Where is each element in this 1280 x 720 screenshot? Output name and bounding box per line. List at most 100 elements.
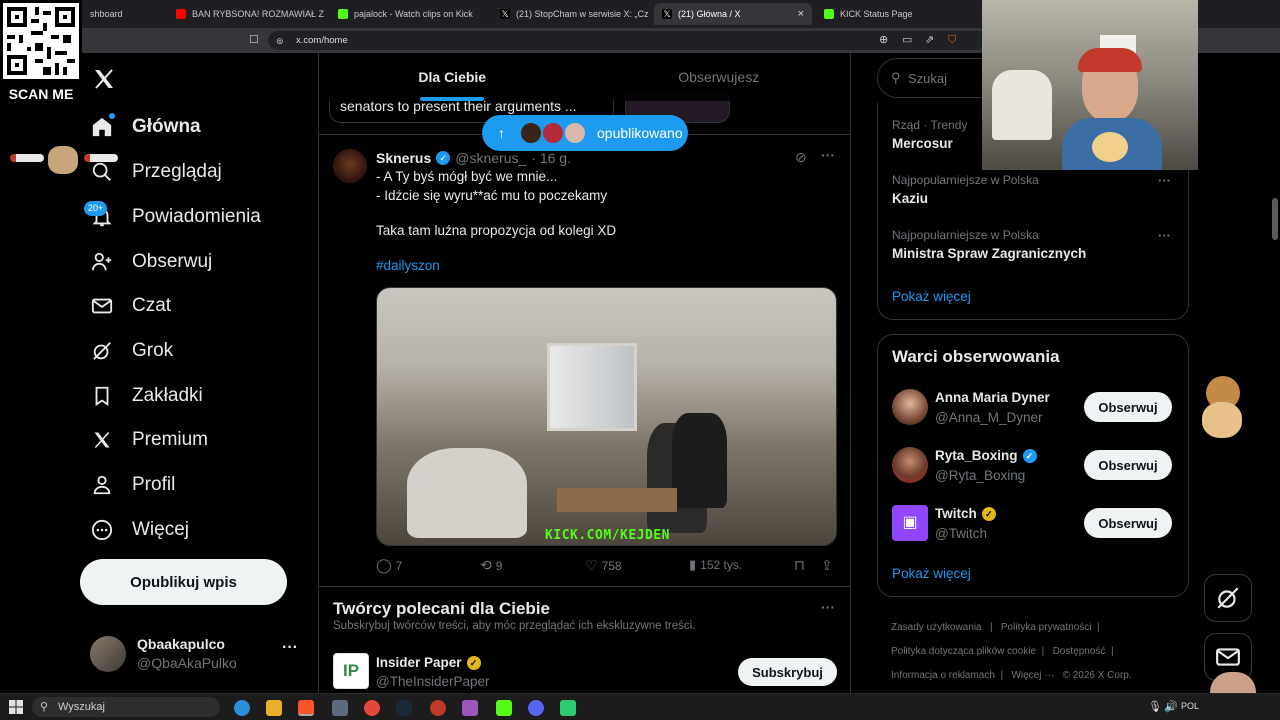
views-button[interactable]: ▮ 152 tys. <box>689 557 742 573</box>
trend-more-icon[interactable]: ··· <box>1158 228 1171 243</box>
app-icon[interactable] <box>462 700 478 716</box>
nav-item-notifications[interactable]: Powiadomienia <box>90 198 261 236</box>
show-more-follow-link[interactable]: Pokaż więcej <box>892 566 971 581</box>
suggested-user-name: Twitch <box>935 506 977 521</box>
x-logo-icon <box>90 428 114 452</box>
grok-icon[interactable]: ⊘ <box>795 149 807 166</box>
speaker-icon[interactable]: 🔊 <box>1164 700 1178 713</box>
windows-start-icon[interactable] <box>9 700 23 714</box>
share-icon[interactable]: ⇗ <box>925 33 934 47</box>
follow-button[interactable]: Obserwuj <box>1084 508 1172 538</box>
tab-title: shboard <box>90 9 123 19</box>
microphone-icon[interactable]: 🎙 <box>1148 700 1162 713</box>
repost-icon: ⟲ <box>480 557 492 573</box>
x-logo-icon[interactable] <box>92 67 118 93</box>
nav-item-profile[interactable]: Profil <box>90 466 175 504</box>
bookmark-icon: ⊓ <box>794 557 805 573</box>
tweet-author-name[interactable]: Sknerus <box>376 150 431 166</box>
more-icon[interactable]: ··· <box>821 599 835 615</box>
trend-item[interactable]: Najpopularniejsze w Polska Ministra Spra… <box>892 228 1086 261</box>
edge-icon[interactable] <box>234 700 250 716</box>
footer-more-link[interactable]: Więcej ··· <box>1011 670 1054 681</box>
grok-floating-button[interactable] <box>1204 574 1252 622</box>
cast-icon[interactable]: ▭ <box>902 33 912 47</box>
kick-icon[interactable] <box>496 700 512 716</box>
tweet-video[interactable]: KICK.COM/KEJDEN <box>376 287 837 546</box>
discord-icon[interactable] <box>528 700 544 716</box>
follow-button[interactable]: Obserwuj <box>1084 450 1172 480</box>
browser-tab[interactable]: 𝕏 (21) StopCham w serwisie X: „Czarod <box>492 3 648 25</box>
footer-link[interactable]: Zasady użytkowania <box>891 622 982 633</box>
steam-icon[interactable] <box>396 700 412 716</box>
share-button[interactable]: ⇪ <box>821 557 833 574</box>
trend-item[interactable]: Najpopularniejsze w Polska Kaziu <box>892 173 1039 206</box>
footer-link[interactable]: Polityka dotycząca plików cookie <box>891 646 1036 657</box>
brave-icon[interactable] <box>298 700 314 716</box>
account-switcher[interactable]: Qbaakapulco @QbaAkaPulko ··· <box>90 633 308 677</box>
creator-handle: @TheInsiderPaper <box>376 674 490 689</box>
nav-item-grok[interactable]: Grok <box>90 332 173 370</box>
tweet-more-icon[interactable]: ··· <box>821 147 835 163</box>
nav-label: Profil <box>132 474 176 495</box>
bookmark-page-icon[interactable]: ☐ <box>249 33 259 47</box>
more-icon[interactable]: ··· <box>282 639 298 657</box>
x-logo-icon: 𝕏 <box>662 9 672 19</box>
search-icon: ⚲ <box>891 70 901 85</box>
insider-paper-logo[interactable]: IP <box>333 653 369 689</box>
tweet[interactable]: Sknerus ✓ @sknerus_ · 16 g. ⊘ ··· - A Ty… <box>319 135 850 587</box>
webcam-overlay <box>982 0 1198 170</box>
avatar <box>563 121 587 145</box>
hashtag-link[interactable]: #dailyszon <box>376 258 440 273</box>
tab-for-you[interactable]: Dla Ciebie <box>319 53 586 101</box>
nav-item-follow[interactable]: Obserwuj <box>90 243 212 281</box>
follow-button[interactable]: Obserwuj <box>1084 392 1172 422</box>
browser-tab[interactable]: BAN RYBSONA! ROZMAWIAŁ Z D**E <box>168 3 324 25</box>
tweet-author-handle[interactable]: @sknerus_ <box>455 150 526 166</box>
browser-tab[interactable]: shboard <box>82 3 164 25</box>
site-info-icon[interactable]: ⊜ <box>276 34 284 48</box>
zoom-icon[interactable]: ⊕ <box>879 33 888 47</box>
language-indicator[interactable]: POL <box>1181 701 1199 711</box>
nav-item-more[interactable]: Więcej <box>90 511 189 549</box>
nav-item-premium[interactable]: Premium <box>90 421 208 459</box>
app-icon[interactable] <box>560 700 576 716</box>
tab-following[interactable]: Obserwujesz <box>586 53 851 101</box>
suggested-user-name-row[interactable]: Ryta_Boxing ✓ <box>935 448 1037 463</box>
new-posts-pill[interactable]: ↑ opublikowano <box>482 115 688 151</box>
tweet-avatar[interactable] <box>333 149 367 183</box>
obs-icon[interactable] <box>430 700 446 716</box>
tweet-time[interactable]: · 16 g. <box>531 150 571 166</box>
trend-item[interactable]: Rząd · Trendy Mercosur <box>892 118 967 151</box>
nav-item-bookmarks[interactable]: Zakładki <box>90 377 203 415</box>
taskbar-search[interactable]: ⚲ Wyszukaj <box>32 697 220 717</box>
browser-tab[interactable]: KICK Status Page <box>816 3 976 25</box>
post-button[interactable]: Opublikuj wpis <box>80 559 287 605</box>
twitch-logo-icon[interactable]: ▣ <box>892 505 928 541</box>
browser-tab[interactable]: pajalock - Watch clips on Kick <box>330 3 486 25</box>
bookmark-button[interactable]: ⊓ <box>794 557 805 574</box>
reply-button[interactable]: ◯ 7 <box>376 557 402 574</box>
trend-more-icon[interactable]: ··· <box>1158 173 1171 188</box>
app-icon[interactable] <box>332 700 348 716</box>
brave-shield-icon[interactable]: ⛉ <box>948 33 956 47</box>
subscribe-button[interactable]: Subskrybuj <box>738 658 837 686</box>
suggested-user-name[interactable]: Anna Maria Dyner <box>935 390 1050 405</box>
avatar[interactable] <box>892 389 928 425</box>
browser-tab-active[interactable]: 𝕏 (21) Główna / X × <box>654 3 812 25</box>
suggested-user-name-row[interactable]: Twitch ✓ <box>935 506 996 521</box>
like-button[interactable]: ♡ 758 <box>585 557 622 574</box>
tab-title: KICK Status Page <box>840 9 913 19</box>
show-more-trends-link[interactable]: Pokaż więcej <box>892 289 971 304</box>
footer-link[interactable]: Polityka prywatności <box>1001 622 1092 633</box>
creator-name-row[interactable]: Insider Paper ✓ <box>376 655 481 670</box>
repost-button[interactable]: ⟲ 9 <box>480 557 502 574</box>
avatar[interactable] <box>892 447 928 483</box>
file-explorer-icon[interactable] <box>266 700 282 716</box>
footer-link[interactable]: Dostępność <box>1053 646 1106 657</box>
nav-item-home[interactable]: Główna <box>90 108 201 146</box>
footer-link[interactable]: Informacja o reklamach <box>891 670 995 681</box>
close-tab-icon[interactable]: × <box>798 8 804 20</box>
nav-item-chat[interactable]: Czat <box>90 287 171 325</box>
chrome-icon[interactable] <box>364 700 380 716</box>
scrollbar-thumb[interactable] <box>1272 198 1278 240</box>
